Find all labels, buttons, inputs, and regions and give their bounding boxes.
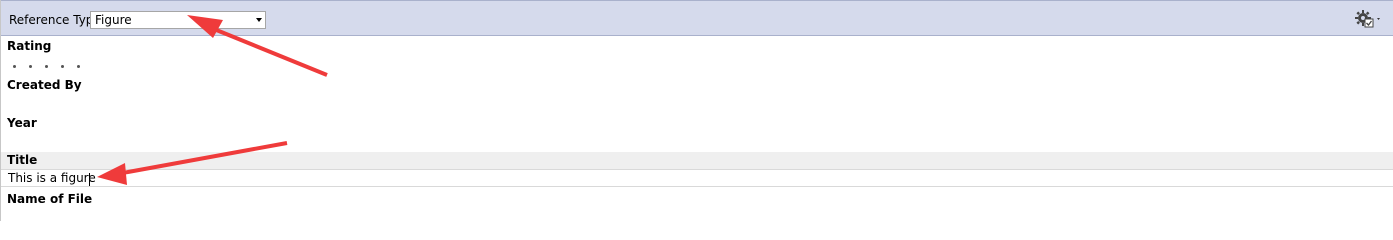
arrow-to-reference-type [187,15,328,77]
reference-panel: Reference Type: Figure Rating Created By… [0,0,1393,221]
annotation-arrows [97,15,328,185]
arrow-to-title-value [97,141,288,185]
